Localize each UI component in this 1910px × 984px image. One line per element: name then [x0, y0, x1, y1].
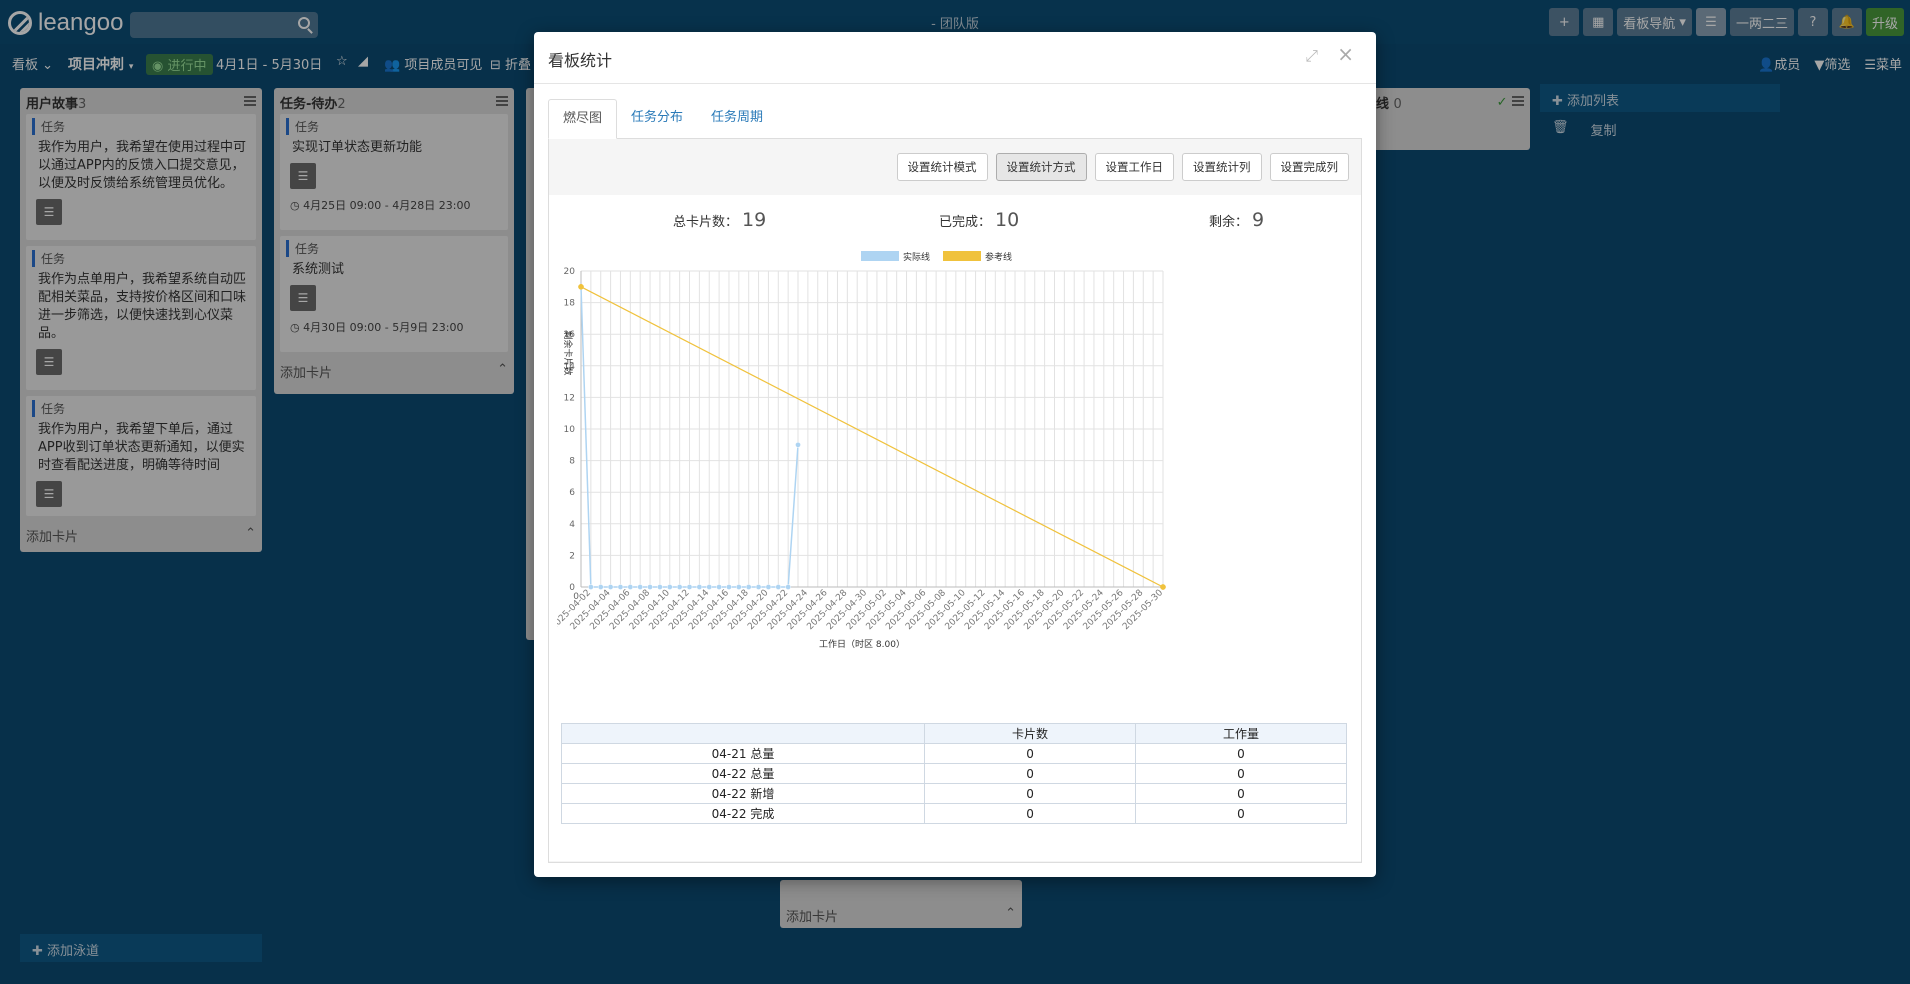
actual-data-point [706, 584, 713, 590]
actual-data-point [745, 584, 752, 590]
dialog-body: 燃尽图 任务分布 任务周期 设置统计模式 设置统计方式 设置工作日 设置统计列 … [548, 99, 1362, 863]
burndown-chart: 0246810121416182002025-04-022025-04-0420… [557, 251, 1166, 650]
table-cell: 04-22 新增 [560, 783, 926, 804]
actual-data-point [647, 584, 653, 590]
actual-data-point [785, 584, 792, 590]
legend-swatch [943, 251, 981, 261]
actual-data-point [716, 584, 722, 590]
table-cell: 0 [1135, 803, 1347, 824]
expand-icon[interactable]: ⤢ [1305, 46, 1318, 66]
dialog-title: 看板统计 [548, 51, 613, 70]
table-cell: 04-22 总量 [560, 763, 926, 784]
y-tick-label: 2 [569, 551, 575, 561]
stat-remain-value: 9 [1252, 209, 1265, 231]
tab-task-distribution[interactable]: 任务分布 [617, 99, 697, 138]
set-stat-columns-button[interactable]: 设置统计列 [1182, 153, 1262, 181]
y-tick-label: 18 [564, 299, 576, 309]
actual-data-point [637, 584, 644, 590]
stats-tabs: 燃尽图 任务分布 任务周期 [548, 99, 1362, 139]
dialog-header: 看板统计 ⤢ × [534, 32, 1376, 84]
actual-data-point [588, 584, 594, 590]
actual-data-point [657, 584, 663, 590]
table-header: 工作量 [1135, 723, 1347, 744]
actual-data-point [696, 584, 703, 590]
y-tick-label: 12 [564, 393, 575, 403]
actual-data-point [735, 584, 742, 590]
table-cell: 0 [924, 763, 1136, 784]
tab-burndown[interactable]: 燃尽图 [548, 99, 618, 139]
stat-total-value: 19 [742, 209, 767, 231]
y-tick-label: 20 [564, 267, 576, 277]
set-stat-mode-button[interactable]: 设置统计模式 [896, 153, 988, 181]
y-tick-label: 10 [564, 425, 576, 435]
actual-data-point [755, 584, 762, 590]
close-icon[interactable]: × [1337, 42, 1354, 66]
actual-data-point [795, 441, 801, 448]
set-workday-button[interactable]: 设置工作日 [1094, 153, 1174, 181]
legend-label: 实际线 [903, 251, 930, 263]
actual-data-point [765, 584, 772, 590]
legend-swatch [861, 251, 899, 261]
actual-data-point [597, 584, 604, 590]
actual-data-point [627, 584, 634, 590]
actual-data-point [676, 584, 683, 590]
table-cell: 0 [1135, 743, 1347, 764]
chart-area: 总卡片数： 19 已完成： 10 剩余： 9 0 2 4 6 8 10 12 14 16 18 20 0 20… [549, 195, 1361, 861]
table-cell: 04-22 完成 [560, 803, 926, 824]
stat-total: 总卡片数： 19 [673, 209, 766, 231]
stat-remain: 剩余： 9 [1209, 209, 1264, 231]
y-axis-label: 剩余卡片数 [562, 330, 574, 375]
actual-data-point [686, 584, 693, 590]
stat-remain-label: 剩余： [1209, 215, 1249, 230]
tab-task-cycle[interactable]: 任务周期 [697, 99, 777, 138]
table-cell: 0 [924, 783, 1136, 804]
actual-data-point [666, 584, 673, 590]
table-cell: 0 [1135, 783, 1347, 804]
set-stat-method-button[interactable]: 设置统计方式 [995, 153, 1087, 181]
reference-data-point [578, 283, 584, 290]
table-header: 卡片数 [924, 723, 1136, 744]
table-header-row: 卡片数 工作量 [560, 723, 1347, 744]
stats-table: 卡片数 工作量 04-21 总量 0 0 04-22 总量 0 0 04-22 新增 0 0… [560, 723, 1347, 824]
stats-summary: 总卡片数： 19 已完成： 10 剩余： 9 [549, 209, 1361, 239]
board-stats-dialog: 看板统计 ⤢ × 燃尽图 任务分布 任务周期 设置统计模式 设置统计方式 设置工… [534, 32, 1376, 877]
table-cell: 0 [924, 803, 1136, 824]
actual-data-point [775, 584, 782, 590]
table-cell: 0 [924, 743, 1136, 764]
table-row: 04-22 新增 0 0 [560, 783, 1347, 804]
stat-total-label: 总卡片数： [673, 215, 739, 230]
burndown-panel: 设置统计模式 设置统计方式 设置工作日 设置统计列 设置完成列 总卡片数： 19 … [548, 139, 1362, 863]
actual-data-point [726, 584, 732, 590]
stat-done: 已完成： 10 [939, 209, 1019, 231]
table-row: 04-21 总量 0 0 [560, 743, 1347, 764]
table-row: 04-22 总量 0 0 [560, 763, 1347, 784]
table-row: 04-22 完成 0 0 [560, 803, 1347, 824]
y-tick-label: 6 [569, 488, 575, 498]
settings-buttons: 设置统计模式 设置统计方式 设置工作日 设置统计列 设置完成列 [896, 153, 1349, 181]
reference-series-line [580, 286, 1164, 588]
y-tick-label: 4 [569, 520, 575, 530]
actual-data-point [617, 584, 624, 590]
stat-done-label: 已完成： [939, 215, 992, 230]
set-done-column-button[interactable]: 设置完成列 [1269, 153, 1349, 181]
table-cell: 04-21 总量 [560, 743, 926, 764]
legend-label: 参考线 [985, 251, 1012, 263]
table-header [560, 723, 926, 744]
table-cell: 0 [1135, 763, 1347, 784]
y-tick-label: 8 [569, 457, 575, 467]
stat-done-value: 10 [995, 209, 1020, 231]
x-axis-label: 工作日（时区 8.00） [819, 638, 905, 650]
reference-data-point [1160, 584, 1166, 590]
actual-data-point [607, 584, 614, 590]
